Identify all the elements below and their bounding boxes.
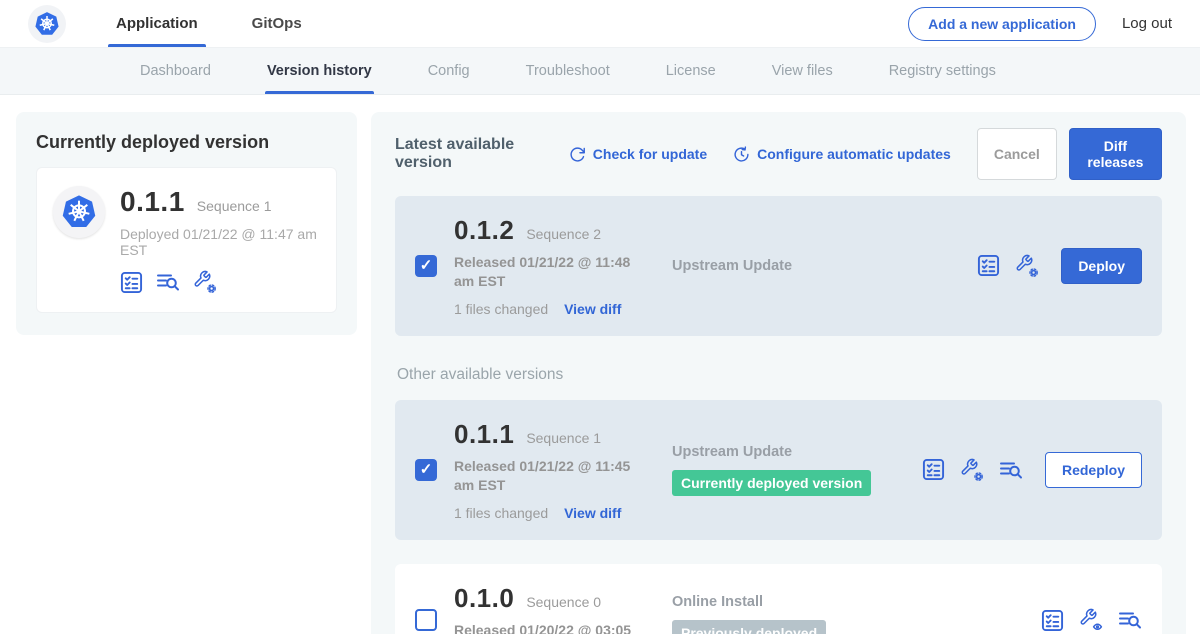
- tab-troubleshoot-label: Troubleshoot: [526, 63, 610, 79]
- preflight-checklist-icon[interactable]: [120, 271, 143, 294]
- version-sequence: Sequence 0: [526, 594, 601, 610]
- version-row-0-1-0: 0.1.0 Sequence 0 Released 01/20/22 @ 03:…: [395, 564, 1162, 634]
- other-available-versions-label: Other available versions: [397, 366, 1162, 384]
- version-row-0-1-2: ✓ 0.1.2 Sequence 2 Released 01/21/22 @ 1…: [395, 196, 1162, 336]
- currently-deployed-card: Currently deployed version: [16, 112, 357, 335]
- edit-config-wrench-gear-icon[interactable]: [1015, 254, 1039, 278]
- files-changed-count: 1 files changed: [454, 505, 548, 521]
- tab-dashboard[interactable]: Dashboard: [138, 48, 213, 94]
- released-timestamp: Released 01/21/22 @ 11:48 am EST: [454, 253, 650, 291]
- tab-config[interactable]: Config: [426, 48, 472, 94]
- tab-view-files-label: View files: [772, 63, 833, 79]
- check-icon: ✓: [420, 258, 433, 273]
- version-number: 0.1.1: [454, 419, 514, 450]
- tab-dashboard-label: Dashboard: [140, 63, 211, 79]
- view-diff-link[interactable]: View diff: [564, 301, 621, 317]
- view-config-wrench-eye-icon[interactable]: [1079, 608, 1103, 632]
- version-checkbox-0-1-0[interactable]: [415, 609, 437, 631]
- version-checkbox-0-1-1[interactable]: ✓: [415, 459, 437, 481]
- diff-releases-button[interactable]: Diff releases: [1069, 128, 1162, 180]
- view-files-magnifier-icon[interactable]: [999, 458, 1023, 482]
- previously-deployed-badge: Previously deployed: [672, 620, 826, 634]
- tab-config-label: Config: [428, 63, 470, 79]
- preflight-checklist-icon[interactable]: [922, 458, 945, 481]
- tab-license-label: License: [666, 63, 716, 79]
- deploy-button[interactable]: Deploy: [1061, 248, 1142, 284]
- released-timestamp: Released 01/21/22 @ 11:45 am EST: [454, 457, 650, 495]
- tab-version-history-label: Version history: [267, 63, 372, 79]
- refresh-icon: [569, 146, 586, 163]
- version-number: 0.1.0: [454, 583, 514, 614]
- version-checkbox-0-1-2[interactable]: ✓: [415, 255, 437, 277]
- tab-registry-settings-label: Registry settings: [889, 63, 996, 79]
- view-files-magnifier-icon[interactable]: [156, 270, 180, 294]
- add-new-application-button[interactable]: Add a new application: [908, 7, 1096, 41]
- released-timestamp: Released 01/20/22 @ 03:05 pm EST: [454, 621, 650, 634]
- latest-available-header: Latest available version Check for updat…: [395, 128, 1162, 180]
- version-source: Upstream Update: [672, 444, 922, 460]
- tab-troubleshoot[interactable]: Troubleshoot: [524, 48, 612, 94]
- topnav-tab-gitops-label: GitOps: [252, 15, 302, 32]
- version-sequence: Sequence 2: [526, 226, 601, 242]
- currently-deployed-title: Currently deployed version: [36, 132, 337, 153]
- preflight-checklist-icon[interactable]: [1041, 609, 1064, 632]
- top-nav: Application GitOps Add a new application…: [0, 0, 1200, 48]
- clock-refresh-icon: [733, 146, 750, 163]
- app-sub-nav: Dashboard Version history Config Trouble…: [0, 48, 1200, 95]
- files-changed-count: 1 files changed: [454, 301, 548, 317]
- topnav-tab-application[interactable]: Application: [108, 0, 206, 47]
- configure-automatic-updates-link[interactable]: Configure automatic updates: [733, 146, 951, 163]
- version-source: Online Install: [672, 594, 922, 610]
- kubernetes-logo-icon[interactable]: [28, 5, 66, 43]
- view-files-magnifier-icon[interactable]: [1118, 608, 1142, 632]
- app-kubernetes-icon: [53, 186, 105, 238]
- topnav-tab-application-label: Application: [116, 15, 198, 32]
- tab-version-history[interactable]: Version history: [265, 48, 374, 94]
- check-icon: ✓: [420, 462, 433, 477]
- check-for-update-link[interactable]: Check for update: [569, 146, 707, 163]
- version-history-panel: Latest available version Check for updat…: [371, 112, 1186, 634]
- currently-deployed-badge: Currently deployed version: [672, 470, 871, 496]
- deployed-version-tile: 0.1.1 Sequence 1 Deployed 01/21/22 @ 11:…: [36, 167, 337, 313]
- edit-config-wrench-gear-icon[interactable]: [193, 270, 217, 294]
- topnav-tab-gitops[interactable]: GitOps: [244, 0, 310, 47]
- tab-license[interactable]: License: [664, 48, 718, 94]
- version-number: 0.1.2: [454, 215, 514, 246]
- configure-automatic-updates-label: Configure automatic updates: [757, 146, 951, 162]
- version-sequence: Sequence 1: [526, 430, 601, 446]
- logout-link[interactable]: Log out: [1122, 15, 1172, 32]
- edit-config-wrench-gear-icon[interactable]: [960, 458, 984, 482]
- cancel-button[interactable]: Cancel: [977, 128, 1057, 180]
- view-diff-link[interactable]: View diff: [564, 505, 621, 521]
- check-for-update-label: Check for update: [593, 146, 707, 162]
- deployed-sequence: Sequence 1: [197, 198, 272, 214]
- deployed-version-number: 0.1.1: [120, 186, 185, 218]
- tab-registry-settings[interactable]: Registry settings: [887, 48, 998, 94]
- preflight-checklist-icon[interactable]: [977, 254, 1000, 277]
- latest-available-title: Latest available version: [395, 136, 555, 172]
- version-source: Upstream Update: [672, 258, 922, 274]
- redeploy-button[interactable]: Redeploy: [1045, 452, 1142, 488]
- tab-view-files[interactable]: View files: [770, 48, 835, 94]
- version-row-0-1-1: ✓ 0.1.1 Sequence 1 Released 01/21/22 @ 1…: [395, 400, 1162, 540]
- deployed-timestamp: Deployed 01/21/22 @ 11:47 am EST: [120, 226, 320, 258]
